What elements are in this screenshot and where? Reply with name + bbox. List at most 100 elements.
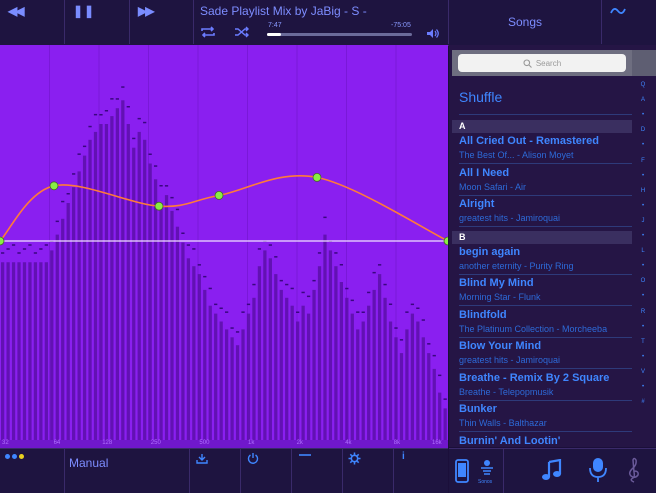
- progress-slider[interactable]: [267, 33, 412, 36]
- index-letter[interactable]: L: [637, 248, 649, 254]
- peak-marker: [345, 287, 349, 290]
- device-button[interactable]: Sonos: [449, 449, 504, 493]
- song-row[interactable]: Burnin' And Lootin': [452, 435, 632, 448]
- section-index[interactable]: Q A • D • F • H • J • L • O • R • T • V • #: [637, 80, 649, 410]
- volume-icon[interactable]: [426, 28, 440, 39]
- peak-marker: [88, 125, 92, 128]
- peak-marker: [235, 331, 240, 333]
- mode-selector[interactable]: Manual: [65, 449, 190, 493]
- peak-marker: [383, 283, 387, 286]
- spectrum-bar: [192, 266, 196, 440]
- pause-button[interactable]: ❚❚: [65, 0, 130, 44]
- shuffle-icon[interactable]: [234, 26, 250, 38]
- song-title: Blind My Mind: [459, 277, 534, 289]
- spectrum-bar: [175, 226, 180, 440]
- section-letter: A: [459, 121, 466, 131]
- waveform-button[interactable]: [602, 0, 656, 44]
- power-button[interactable]: [241, 449, 292, 493]
- index-letter[interactable]: H: [637, 188, 649, 194]
- rewind-button[interactable]: ◀◀: [0, 0, 65, 44]
- settings-button[interactable]: [343, 449, 394, 493]
- index-letter[interactable]: •: [637, 324, 649, 330]
- spectrum-bar: [235, 345, 240, 440]
- equalizer-graph[interactable]: [0, 45, 448, 440]
- song-row[interactable]: begin again another eternity - Purity Rin…: [452, 246, 632, 277]
- song-subtitle: another eternity - Purity Ring: [459, 260, 574, 271]
- shuffle-item[interactable]: Shuffle: [459, 89, 502, 105]
- index-letter[interactable]: R: [637, 309, 649, 315]
- microphone-icon[interactable]: [587, 457, 609, 483]
- eq-node[interactable]: [214, 190, 224, 200]
- spectrum-bar: [334, 266, 338, 440]
- index-letter[interactable]: •: [637, 203, 649, 209]
- peak-marker: [175, 208, 180, 211]
- index-letter[interactable]: •: [637, 112, 649, 118]
- eq-node[interactable]: [0, 236, 5, 246]
- spectrum-bar: [438, 392, 442, 440]
- spectrum-bar: [432, 368, 436, 440]
- divider: [459, 114, 632, 115]
- index-letter[interactable]: T: [637, 339, 649, 345]
- index-letter[interactable]: •: [637, 173, 649, 179]
- peak-marker: [427, 343, 431, 345]
- info-button[interactable]: i: [394, 449, 448, 493]
- spectrum-bar: [241, 329, 245, 440]
- index-letter[interactable]: F: [637, 158, 649, 164]
- index-letter[interactable]: A: [637, 97, 649, 103]
- music-note-icon[interactable]: [541, 459, 563, 481]
- song-row[interactable]: Alright greatest hits - Jamiroquai: [452, 198, 632, 229]
- song-row[interactable]: All Cried Out - Remastered The Best Of...…: [452, 135, 632, 166]
- spectrum-bar: [153, 179, 158, 440]
- peak-marker: [22, 248, 27, 250]
- index-letter[interactable]: •: [637, 233, 649, 239]
- presets-button[interactable]: [0, 449, 65, 493]
- song-row[interactable]: Blow Your Mind greatest hits - Jamiroquai: [452, 340, 632, 371]
- index-letter[interactable]: •: [637, 142, 649, 148]
- spectrum-bar: [121, 100, 125, 440]
- flat-button[interactable]: [292, 449, 343, 493]
- spectrum-bar: [170, 210, 174, 440]
- dot-icon: [12, 454, 17, 459]
- song-row[interactable]: Bunker Thin Walls - Balthazar: [452, 403, 632, 434]
- eq-node[interactable]: [154, 201, 164, 211]
- index-letter[interactable]: Q: [637, 82, 649, 88]
- index-letter[interactable]: •: [637, 384, 649, 390]
- search-input[interactable]: Search: [458, 54, 626, 72]
- index-letter[interactable]: •: [637, 293, 649, 299]
- frequency-axis: 32 64 128 250 500 1k 2k 4k 8k 16k: [0, 440, 448, 448]
- index-letter[interactable]: V: [637, 369, 649, 375]
- spectrum-bar: [214, 313, 218, 440]
- peak-marker: [11, 244, 16, 246]
- share-button[interactable]: [190, 449, 241, 493]
- peak-marker: [82, 145, 87, 148]
- song-subtitle: Breathe - Telepopmusik: [459, 386, 554, 397]
- eq-node[interactable]: [312, 172, 322, 182]
- song-title: Bunker: [459, 403, 497, 415]
- peak-marker: [28, 244, 32, 246]
- repeat-icon[interactable]: [200, 26, 216, 38]
- spectrum-bar: [208, 305, 212, 440]
- peak-marker: [285, 283, 289, 286]
- song-title: All Cried Out - Remastered: [459, 135, 599, 147]
- index-letter[interactable]: •: [637, 263, 649, 269]
- index-letter[interactable]: D: [637, 127, 649, 133]
- fast-forward-button[interactable]: ▶▶: [130, 0, 194, 44]
- index-letter[interactable]: •: [637, 354, 649, 360]
- song-list[interactable]: Shuffle A All Cried Out - Remastered The B…: [452, 80, 632, 447]
- peak-marker: [388, 303, 393, 305]
- index-letter[interactable]: J: [637, 218, 649, 224]
- index-letter[interactable]: O: [637, 278, 649, 284]
- eq-node[interactable]: [49, 181, 59, 191]
- song-row[interactable]: Blind My Mind Morning Star - Flunk: [452, 277, 632, 308]
- index-letter[interactable]: #: [637, 399, 649, 405]
- songs-tab[interactable]: Songs: [449, 0, 602, 44]
- song-row[interactable]: Breathe - Remix By 2 Square Breathe - Tel…: [452, 372, 632, 403]
- elapsed-time: 7:47: [268, 22, 282, 29]
- spectrum-bar: [416, 321, 420, 440]
- treble-clef-icon[interactable]: [627, 457, 641, 483]
- dot-icon: [5, 454, 10, 459]
- song-row[interactable]: Blindfold The Platinum Collection - Morch…: [452, 309, 632, 340]
- song-title: Breathe - Remix By 2 Square: [459, 371, 610, 384]
- song-row[interactable]: All I Need Moon Safari - Air: [452, 167, 632, 198]
- eq-node[interactable]: [443, 236, 448, 246]
